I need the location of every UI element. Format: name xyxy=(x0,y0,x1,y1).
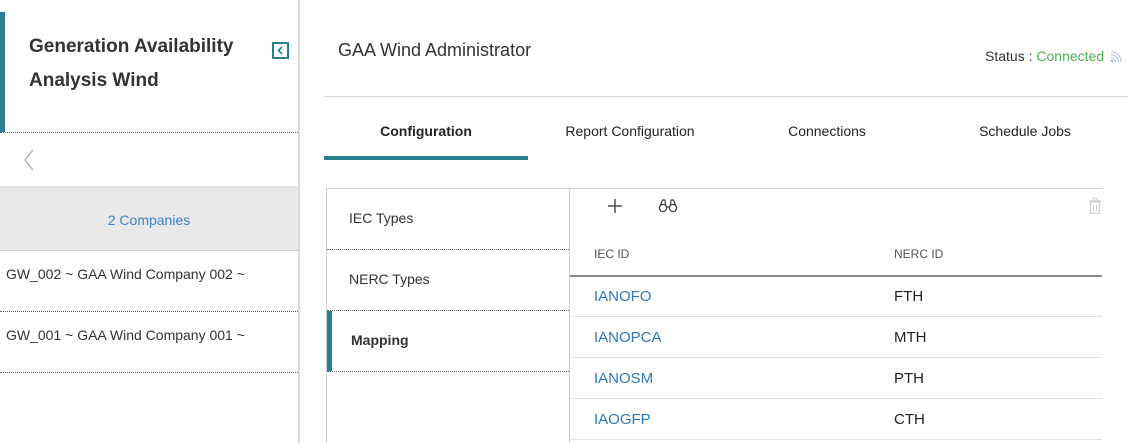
signal-icon xyxy=(1110,51,1122,63)
trash-icon xyxy=(1089,198,1101,215)
delete-button[interactable] xyxy=(1088,197,1102,220)
back-button[interactable] xyxy=(22,146,36,174)
company-list-item[interactable]: GW_001 ~ GAA Wind Company 001 ~ xyxy=(0,313,298,373)
nerc-id-cell: PTH xyxy=(894,370,924,387)
table-row[interactable]: IANOFO FTH xyxy=(570,277,1102,317)
main-content: GAA Wind Administrator Status : Connecte… xyxy=(302,0,1128,443)
table-row[interactable]: IAOGFP CTH xyxy=(570,400,1102,440)
chevron-left-icon xyxy=(277,46,283,55)
iec-id-link[interactable]: IANOPCA xyxy=(594,329,662,346)
status-label: Status : xyxy=(985,48,1037,64)
tab-report-configuration[interactable]: Report Configuration xyxy=(528,112,732,160)
header-divider xyxy=(0,132,298,133)
company-name: GW_001 ~ GAA Wind Company 001 ~ xyxy=(6,327,245,343)
company-name: GW_002 ~ GAA Wind Company 002 ~ xyxy=(6,266,245,282)
binoculars-icon xyxy=(658,199,678,213)
nerc-id-cell: CTH xyxy=(894,411,925,428)
tab-bar: Configuration Report Configuration Conne… xyxy=(324,112,1128,160)
page-title: GAA Wind Administrator xyxy=(338,40,532,60)
add-button[interactable] xyxy=(606,197,624,220)
status-value: Connected xyxy=(1036,48,1105,64)
iec-id-link[interactable]: IANOSM xyxy=(594,370,653,387)
subnav-item-nerc-types[interactable]: NERC Types xyxy=(327,250,569,311)
tab-connections[interactable]: Connections xyxy=(732,112,922,160)
search-button[interactable] xyxy=(658,197,678,220)
column-header-nerc-id[interactable]: NERC ID xyxy=(894,247,943,261)
connection-status: Status : Connected xyxy=(985,48,1122,64)
nerc-id-cell: MTH xyxy=(894,329,927,346)
companies-count-label: 2 Companies xyxy=(107,211,191,228)
column-header-iec-id[interactable]: IEC ID xyxy=(594,247,629,261)
iec-id-link[interactable]: IAOGFP xyxy=(594,411,651,428)
table-row[interactable]: IANOPCA MTH xyxy=(570,318,1102,358)
config-subnav: IEC Types NERC Types Mapping xyxy=(326,188,570,443)
company-list-item[interactable]: GW_002 ~ GAA Wind Company 002 ~ xyxy=(0,252,298,312)
nerc-id-cell: FTH xyxy=(894,288,924,305)
subnav-item-mapping[interactable]: Mapping xyxy=(327,311,569,372)
tab-configuration[interactable]: Configuration xyxy=(324,112,528,160)
companies-count-header[interactable]: 2 Companies xyxy=(0,189,298,251)
collapse-panel-button[interactable] xyxy=(272,42,289,59)
subnav-item-iec-types[interactable]: IEC Types xyxy=(327,189,569,250)
tab-schedule-jobs[interactable]: Schedule Jobs xyxy=(922,112,1128,160)
header-rule xyxy=(324,96,1128,97)
table-row[interactable]: IANOSM PTH xyxy=(570,359,1102,399)
mapping-grid: IEC ID NERC ID IANOFO FTH IANOPCA MTH IA… xyxy=(570,188,1102,443)
app-title: Generation Availability Analysis Wind xyxy=(29,36,234,91)
iec-id-link[interactable]: IANOFO xyxy=(594,288,652,305)
plus-icon xyxy=(608,199,622,213)
left-panel: Generation Availability Analysis Wind 2 … xyxy=(0,0,300,443)
chevron-left-icon xyxy=(24,149,34,171)
